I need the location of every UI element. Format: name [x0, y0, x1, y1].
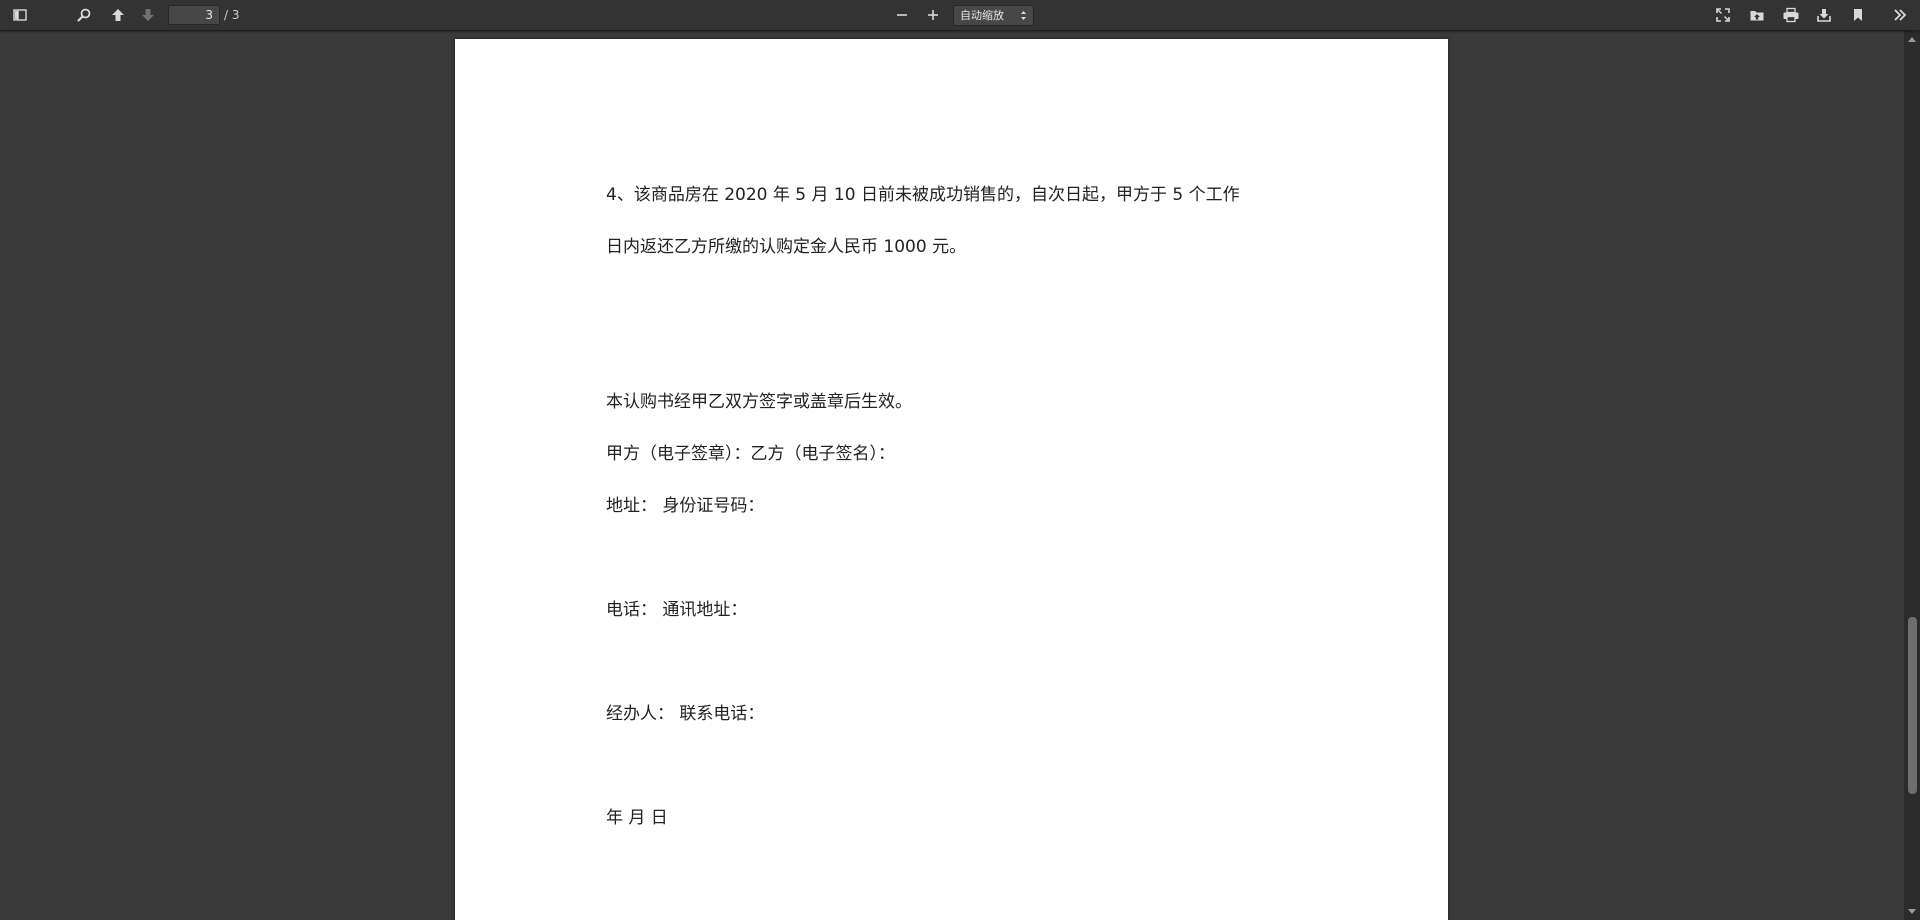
- bookmark-icon: [1854, 9, 1862, 21]
- fullscreen-icon: [1716, 8, 1730, 22]
- document-line: 年 月 日: [606, 808, 668, 828]
- caret-down-icon: [1908, 909, 1916, 914]
- print-icon: [1783, 7, 1799, 23]
- zoom-select[interactable]: 自动缩放: [953, 5, 1034, 26]
- next-page-button[interactable]: [134, 3, 162, 27]
- page-number-input[interactable]: [168, 5, 220, 25]
- sidebar-toggle-icon: [13, 9, 27, 21]
- sidebar-toggle-button[interactable]: [6, 3, 34, 27]
- open-file-button[interactable]: [1743, 3, 1771, 27]
- arrow-up-icon: [112, 9, 124, 21]
- vertical-scrollbar[interactable]: [1904, 31, 1920, 920]
- select-arrows-icon: [1021, 11, 1026, 20]
- arrow-down-icon: [142, 9, 154, 21]
- double-chevron-right-icon: [1894, 9, 1907, 21]
- caret-up-icon: [1908, 37, 1916, 42]
- pdf-page: 4、该商品房在 2020 年 5 月 10 日前未被成功销售的，自次日起，甲方于…: [455, 39, 1448, 920]
- document-line: 经办人： 联系电话：: [606, 704, 765, 724]
- document-line: 4、该商品房在 2020 年 5 月 10 日前未被成功销售的，自次日起，甲方于…: [606, 185, 1240, 205]
- find-button[interactable]: [70, 3, 98, 27]
- download-icon: [1817, 9, 1831, 22]
- search-icon: [77, 8, 91, 22]
- minus-icon: [897, 14, 907, 16]
- scroll-down-button[interactable]: [1904, 904, 1920, 920]
- zoom-out-button[interactable]: [888, 3, 916, 27]
- document-line: 电话： 通讯地址：: [606, 600, 748, 620]
- print-button[interactable]: [1777, 3, 1805, 27]
- presentation-mode-button[interactable]: [1709, 3, 1737, 27]
- page-count-label: / 3: [224, 8, 240, 22]
- document-viewer[interactable]: 4、该商品房在 2020 年 5 月 10 日前未被成功销售的，自次日起，甲方于…: [0, 31, 1904, 920]
- pdf-toolbar: / 3 自动缩放: [0, 0, 1920, 31]
- scroll-up-button[interactable]: [1904, 31, 1920, 47]
- folder-open-icon: [1750, 11, 1764, 21]
- document-line: 地址： 身份证号码：: [606, 496, 765, 516]
- document-line: 本认购书经甲乙双方签字或盖章后生效。: [606, 392, 912, 412]
- bookmark-button[interactable]: [1844, 3, 1872, 27]
- zoom-select-value: 自动缩放: [960, 9, 1004, 22]
- document-line: 日内返还乙方所缴的认购定金人民币 1000 元。: [606, 237, 967, 257]
- tools-button[interactable]: [1886, 3, 1914, 27]
- previous-page-button[interactable]: [104, 3, 132, 27]
- scrollbar-thumb[interactable]: [1908, 617, 1917, 794]
- document-line: 甲方（电子签章）：乙方（电子签名）：: [606, 444, 895, 464]
- zoom-in-button[interactable]: [919, 3, 947, 27]
- plus-icon: [928, 10, 938, 20]
- download-button[interactable]: [1810, 3, 1838, 27]
